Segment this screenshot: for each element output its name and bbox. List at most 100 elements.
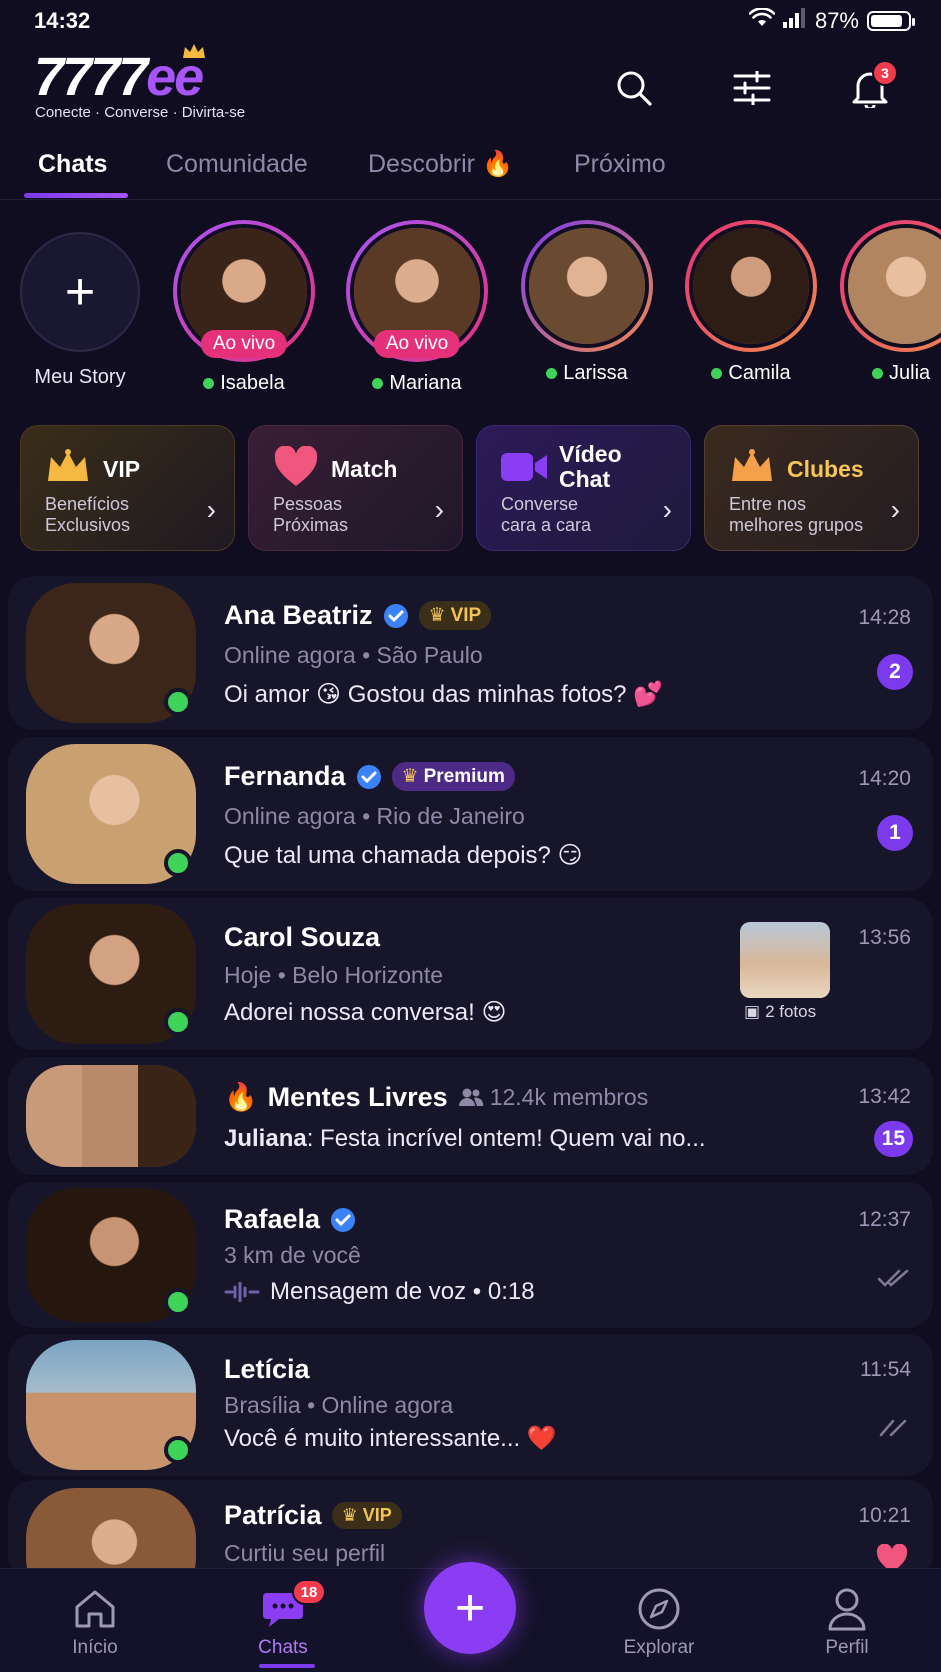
- feature-card-vip[interactable]: VIP Benefícios Exclusivos ›: [20, 425, 235, 551]
- active-nav-indicator: [259, 1664, 315, 1668]
- online-indicator: [372, 378, 384, 389]
- online-indicator: [546, 368, 558, 379]
- home-icon: [75, 1590, 115, 1628]
- online-indicator: [711, 368, 723, 379]
- story-name: Larissa: [563, 362, 628, 384]
- last-message: Juliana: Festa incrível ontem! Quem vai …: [224, 1125, 706, 1152]
- search-button[interactable]: [610, 64, 658, 112]
- chat-row-ana-beatriz[interactable]: Ana Beatriz ♛ VIP Online agora • São Pau…: [8, 576, 933, 730]
- crown-icon: [43, 444, 93, 490]
- chat-row-fernanda[interactable]: Fernanda ♛ Premium Online agora • Rio de…: [8, 737, 933, 891]
- story-julia[interactable]: Julia: [840, 220, 941, 385]
- live-badge: Ao vivo: [373, 330, 461, 358]
- gallery-icon: ▣: [744, 1002, 761, 1021]
- story-name: Mariana: [389, 372, 462, 394]
- active-tab-indicator: [24, 193, 128, 198]
- tab-descobrir[interactable]: Descobrir 🔥: [368, 150, 513, 179]
- contact-name: Rafaela: [224, 1204, 321, 1234]
- message-time: 13:42: [858, 1085, 911, 1108]
- feature-card-video-chat[interactable]: Vídeo Chat Converse cara a cara ›: [476, 425, 691, 551]
- story-name: Julia: [889, 362, 931, 384]
- tab-proximo[interactable]: Próximo: [574, 150, 666, 179]
- top-tabs: Chats Comunidade Descobrir 🔥 Próximo: [0, 140, 941, 200]
- online-indicator: [872, 368, 883, 379]
- feature-title: VIP: [103, 456, 141, 482]
- feature-card-clubes[interactable]: Clubes Entre nos melhores grupos ›: [704, 425, 919, 551]
- sent-check-icon: [879, 1419, 907, 1437]
- story-name: Camila: [728, 362, 791, 384]
- fire-icon: 🔥: [481, 150, 514, 178]
- unread-count-badge: 15: [873, 1121, 913, 1157]
- last-message: Mensagem de voz • 0:18: [224, 1278, 535, 1306]
- chat-row-carol-souza[interactable]: Carol Souza Hoje • Belo Horizonte Adorei…: [8, 898, 933, 1050]
- chevron-right-icon: ›: [890, 494, 900, 525]
- video-camera-icon: [499, 444, 549, 490]
- story-camila[interactable]: Camila: [676, 220, 826, 385]
- message-time: 13:56: [858, 926, 911, 949]
- vip-badge: ♛ VIP: [331, 1502, 402, 1529]
- story-isabela[interactable]: Ao vivo Isabela: [169, 220, 319, 395]
- message-time: 14:28: [858, 606, 911, 629]
- story-avatar: [844, 224, 941, 348]
- story-larissa[interactable]: Larissa: [512, 220, 662, 385]
- photo-preview[interactable]: [740, 922, 830, 998]
- nav-perfil[interactable]: Perfil: [792, 1587, 902, 1659]
- last-message: Você é muito interessante... ❤️: [224, 1425, 557, 1452]
- chat-row-mentes-livres[interactable]: 🔥 Mentes Livres 12.4k membros Juliana: Fe…: [8, 1057, 933, 1175]
- photo-count: ▣ 2 fotos: [744, 1002, 817, 1021]
- story-name: Isabela: [220, 372, 285, 394]
- chat-row-rafaela[interactable]: Rafaela 3 km de você Mensagem de voz • 0…: [8, 1182, 933, 1328]
- message-time: 14:20: [858, 767, 911, 790]
- fire-icon: 🔥: [224, 1082, 258, 1112]
- chat-meta: Online agora • São Paulo: [224, 642, 483, 668]
- heart-icon: [271, 444, 321, 490]
- read-check-icon: [877, 1269, 909, 1287]
- group-name: Mentes Livres: [267, 1081, 448, 1112]
- contact-name: Fernanda: [224, 761, 346, 791]
- verified-icon: [383, 603, 408, 628]
- notification-count-badge: 3: [872, 60, 898, 86]
- story-avatar: [689, 224, 813, 348]
- chevron-right-icon: ›: [662, 494, 672, 525]
- nav-explorar[interactable]: Explorar: [604, 1587, 714, 1659]
- my-story-label: Meu Story: [34, 366, 126, 388]
- crown-icon: [727, 444, 777, 490]
- story-mariana[interactable]: Ao vivo Mariana: [342, 220, 492, 395]
- feature-title: Clubes: [787, 456, 864, 482]
- unread-count-badge: 2: [877, 654, 913, 690]
- chat-meta: Online agora • Rio de Janeiro: [224, 803, 525, 829]
- last-message: Adorei nossa conversa! 😍: [224, 999, 507, 1026]
- new-chat-button[interactable]: +: [424, 1562, 516, 1654]
- online-indicator: [164, 688, 192, 716]
- search-icon: [617, 71, 652, 106]
- online-indicator: [203, 378, 215, 389]
- battery-percent: 87%: [814, 8, 859, 33]
- battery-icon: [867, 11, 915, 31]
- message-time: 11:54: [860, 1358, 911, 1381]
- message-time: 12:37: [858, 1208, 911, 1231]
- notifications-button[interactable]: 3: [846, 60, 898, 112]
- verified-icon: [331, 1207, 356, 1232]
- last-message: Oi amor 😘 Gostou das minhas fotos? 💕: [224, 681, 664, 708]
- status-indicators: 87%: [748, 7, 915, 34]
- nav-chats[interactable]: 18 Chats: [228, 1579, 338, 1659]
- group-avatar: [26, 1065, 196, 1167]
- people-icon: [458, 1088, 483, 1106]
- chat-meta: Brasília • Online agora: [224, 1392, 454, 1418]
- tab-chats[interactable]: Chats: [38, 150, 107, 179]
- feature-title: Vídeo Chat: [559, 441, 622, 492]
- status-time: 14:32: [34, 8, 91, 33]
- story-avatar: [525, 224, 649, 348]
- chevron-right-icon: ›: [206, 494, 216, 525]
- message-time: 10:21: [858, 1504, 911, 1527]
- filter-button[interactable]: [728, 64, 776, 112]
- tab-comunidade[interactable]: Comunidade: [166, 150, 308, 179]
- feature-card-match[interactable]: Match Pessoas Próximas ›: [248, 425, 463, 551]
- nav-inicio[interactable]: Início: [40, 1587, 150, 1659]
- wifi-icon: [748, 7, 776, 34]
- premium-badge: ♛ Premium: [391, 762, 515, 791]
- live-badge: Ao vivo: [200, 330, 288, 358]
- add-story-button[interactable]: +: [20, 232, 140, 352]
- chat-meta: Curtiu seu perfil: [224, 1540, 386, 1566]
- chat-row-leticia[interactable]: Letícia Brasília • Online agora Você é m…: [8, 1334, 933, 1476]
